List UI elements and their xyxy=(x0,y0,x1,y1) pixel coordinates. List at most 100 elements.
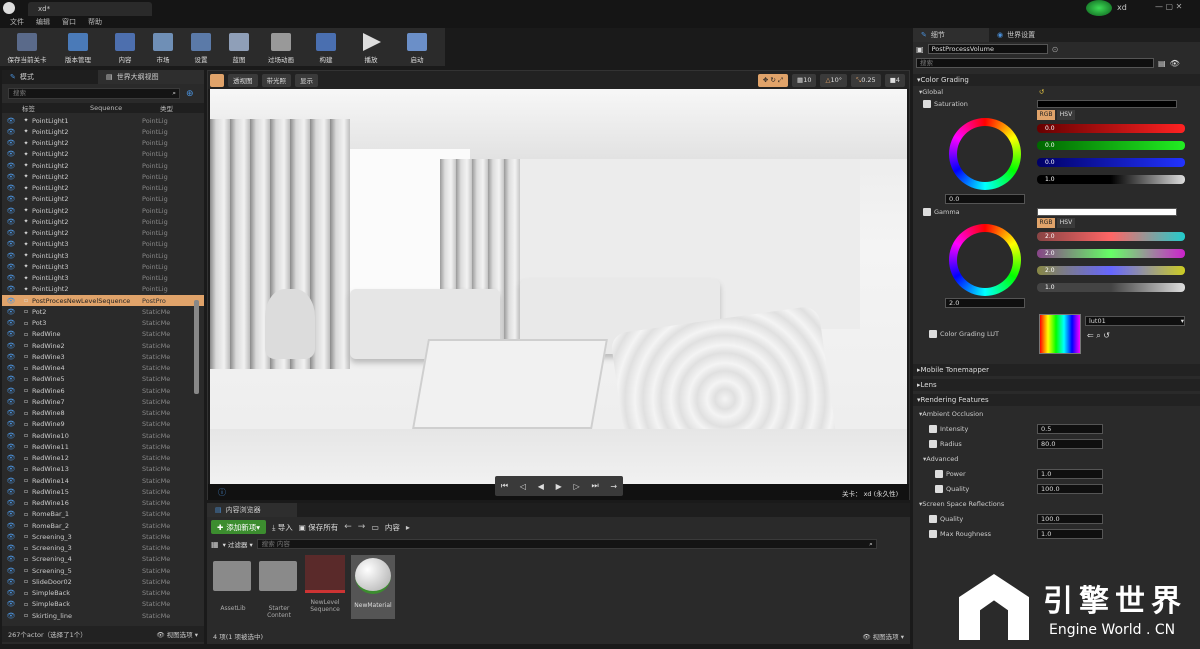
outliner-row[interactable]: 👁 ✦ PointLight3 PointLig xyxy=(2,250,204,261)
nav-back-icon[interactable]: ← xyxy=(344,522,352,532)
visibility-eye-icon[interactable]: 👁 xyxy=(2,477,20,485)
sat-y-channel[interactable]: 1.0 xyxy=(1037,175,1185,184)
jump-start-icon[interactable]: ⏮ xyxy=(501,481,508,491)
outliner-row[interactable]: 👁 ▫ RedWine6 StaticMe xyxy=(2,385,204,396)
outliner-row[interactable]: 👁 ▫ SimpleBack StaticMe xyxy=(2,588,204,599)
lit-button[interactable]: 带光照 xyxy=(261,73,291,87)
outliner-row[interactable]: 👁 ▫ SlideDoor02 StaticMe xyxy=(2,576,204,587)
object-name-field[interactable]: PostProcessVolume xyxy=(927,44,1048,54)
outliner-row[interactable]: 👁 ▫ Pot3 StaticMe xyxy=(2,318,204,329)
outliner-row[interactable]: 👁 ✦ PointLight3 PointLig xyxy=(2,273,204,284)
visibility-eye-icon[interactable]: 👁 xyxy=(2,353,20,361)
content-button[interactable]: 内容 xyxy=(106,30,144,66)
asset-newmaterial[interactable]: NewMaterial xyxy=(351,555,395,619)
scale-snap-button[interactable]: ⤡ 0.25 xyxy=(851,73,881,87)
asset-newlevel-sequence[interactable]: NewLevel Sequence xyxy=(305,555,345,619)
property-matrix-icon[interactable]: ▤ xyxy=(1158,59,1166,68)
visibility-eye-icon[interactable]: 👁 xyxy=(2,398,20,406)
menu-window[interactable]: 窗口 xyxy=(62,17,76,27)
perspective-button[interactable]: 透视图 xyxy=(228,73,258,87)
visibility-eye-icon[interactable]: 👁 xyxy=(2,555,20,563)
visibility-eye-icon[interactable]: 👁 xyxy=(2,533,20,541)
outliner-row[interactable]: 👁 ▫ RedWine5 StaticMe xyxy=(2,374,204,385)
save-button[interactable]: 保存当前关卡 xyxy=(4,30,50,66)
visibility-eye-icon[interactable]: 👁 xyxy=(2,308,20,316)
ssr-group[interactable]: ▾ Screen Space Reflections xyxy=(913,498,1200,510)
outliner-row[interactable]: 👁 ▫ RedWine2 StaticMe xyxy=(2,340,204,351)
nav-forward-icon[interactable]: → xyxy=(358,522,366,532)
visibility-eye-icon[interactable]: 👁 xyxy=(2,285,20,293)
ssr-quality-checkbox[interactable] xyxy=(929,515,937,523)
angle-snap-button[interactable]: △ 10° xyxy=(820,73,848,87)
step-forward-icon[interactable]: ▷ xyxy=(574,482,580,491)
visibility-eye-icon[interactable]: 👁 xyxy=(2,342,20,350)
visibility-eye-icon[interactable]: 👁 xyxy=(2,465,20,473)
outliner-row[interactable]: 👁 ▫ RedWine7 StaticMe xyxy=(2,396,204,407)
build-button[interactable]: 构建 xyxy=(304,30,348,66)
lut-asset-dropdown[interactable]: lut01 ▾ xyxy=(1085,316,1185,326)
visibility-eye-icon[interactable]: 👁 xyxy=(2,240,20,248)
visibility-eye-icon[interactable]: 👁 xyxy=(2,443,20,451)
visibility-eye-icon[interactable]: 👁 xyxy=(2,432,20,440)
section-color-grading[interactable]: ▾ Color Grading xyxy=(913,74,1200,86)
sat-g-channel[interactable]: 0.0 xyxy=(1037,141,1185,150)
user-avatar[interactable] xyxy=(1086,0,1112,16)
visibility-eye-icon[interactable]: 👁 xyxy=(2,510,20,518)
tab-content-browser[interactable]: ▤ 内容浏览器 xyxy=(207,503,297,517)
outliner-row[interactable]: 👁 ▫ RedWine10 StaticMe xyxy=(2,430,204,441)
outliner-row[interactable]: 👁 ✦ PointLight2 PointLig xyxy=(2,126,204,137)
visibility-eye-icon[interactable]: 👁 xyxy=(2,454,20,462)
col-label[interactable]: 标签 xyxy=(2,103,50,113)
tab-world-settings[interactable]: ◉ 世界设置 xyxy=(989,28,1069,42)
visibility-eye-icon[interactable]: 👁 xyxy=(2,330,20,338)
visibility-eye-icon[interactable]: 👁 xyxy=(2,139,20,147)
tab-world-outliner[interactable]: ▤ 世界大纲视图 xyxy=(98,70,204,84)
menu-file[interactable]: 文件 xyxy=(10,17,24,27)
quality-field[interactable]: 100.0 xyxy=(1037,484,1103,494)
visibility-eye-icon[interactable]: 👁 xyxy=(2,162,20,170)
content-search-input[interactable]: 搜索 内容 ⌕ xyxy=(256,539,877,549)
lut-thumbnail[interactable] xyxy=(1039,314,1081,354)
visibility-eye-icon[interactable]: 👁 xyxy=(2,252,20,260)
max-roughness-field[interactable]: 1.0 xyxy=(1037,529,1103,539)
outliner-row[interactable]: 👁 ▫ RedWine11 StaticMe xyxy=(2,441,204,452)
visibility-eye-icon[interactable]: 👁 xyxy=(2,522,20,530)
gamma-color-wheel[interactable] xyxy=(949,224,1021,296)
sources-toggle-icon[interactable]: ▦ xyxy=(211,540,219,549)
outliner-search-input[interactable]: 搜索 ⌕ xyxy=(8,88,180,99)
visibility-eye-icon[interactable]: 👁 xyxy=(2,173,20,181)
gam-hsv-button[interactable]: HSV xyxy=(1057,218,1075,228)
filters-button[interactable]: ▾ 过滤器 ▾ xyxy=(223,539,253,549)
saturation-color-wheel[interactable] xyxy=(949,118,1021,190)
outliner-row[interactable]: 👁 ▫ Skirting_line StaticMe xyxy=(2,610,204,621)
saturation-value-field[interactable]: 0.0 xyxy=(945,194,1025,204)
outliner-row[interactable]: 👁 ✦ PointLight2 PointLig xyxy=(2,183,204,194)
power-checkbox[interactable] xyxy=(935,470,943,478)
advanced-group[interactable]: ▾ Advanced xyxy=(913,453,1200,465)
visibility-eye-icon[interactable]: 👁 xyxy=(2,218,20,226)
outliner-row[interactable]: 👁 ✦ PointLight2 PointLig xyxy=(2,228,204,239)
outliner-row[interactable]: 👁 ▫ RedWine3 StaticMe xyxy=(2,351,204,362)
content-view-options[interactable]: 👁 视图选项 ▾ xyxy=(862,631,904,641)
outliner-row[interactable]: 👁 ▫ RedWine9 StaticMe xyxy=(2,419,204,430)
gam-r-channel[interactable]: 2.0 xyxy=(1037,232,1185,241)
global-group[interactable]: ▾ Global ↺ xyxy=(913,86,1200,98)
path-chevron-icon[interactable]: ▸ xyxy=(406,523,410,532)
sat-r-channel[interactable]: 0.0 xyxy=(1037,124,1185,133)
outliner-row[interactable]: 👁 ▫ RedWine16 StaticMe xyxy=(2,498,204,509)
sat-hsv-button[interactable]: HSV xyxy=(1057,110,1075,120)
outliner-row[interactable]: 👁 ▫ RomeBar_2 StaticMe xyxy=(2,520,204,531)
lock-icon[interactable]: ⊙ xyxy=(1052,45,1059,54)
ambient-occlusion-group[interactable]: ▾ Ambient Occlusion xyxy=(913,408,1200,420)
gam-rgb-button[interactable]: RGB xyxy=(1037,218,1055,228)
import-button[interactable]: ⤓ 导入 xyxy=(272,522,293,533)
outliner-row[interactable]: 👁 ▫ RedWine12 StaticMe xyxy=(2,453,204,464)
saturation-row[interactable]: Saturation xyxy=(913,98,1200,110)
col-type[interactable]: 类型 xyxy=(160,103,200,113)
viewport-menu-button[interactable] xyxy=(210,73,224,87)
saturation-checkbox[interactable] xyxy=(923,100,931,108)
gam-b-channel[interactable]: 2.0 xyxy=(1037,266,1185,275)
outliner-row[interactable]: 👁 ▫ RedWine4 StaticMe xyxy=(2,363,204,374)
gamma-checkbox[interactable] xyxy=(923,208,931,216)
section-mobile-tonemapper[interactable]: ▸ Mobile Tonemapper xyxy=(913,364,1200,376)
